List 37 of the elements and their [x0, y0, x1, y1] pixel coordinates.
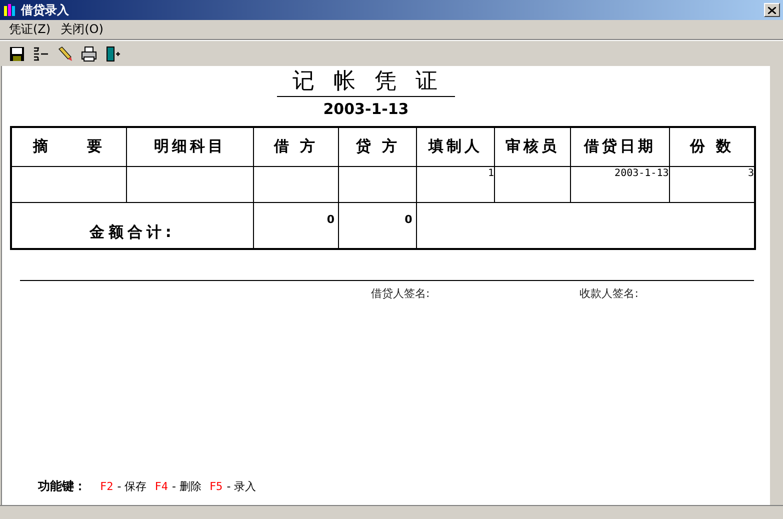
column-header: 明细科目 — [126, 127, 254, 166]
shortcut-action: - 删除 — [172, 479, 202, 494]
shortcut-key: F2 — [100, 480, 114, 493]
menu-item[interactable]: 关闭(O) — [56, 21, 108, 38]
column-header: 填制人 — [416, 127, 495, 166]
window-title: 借贷录入 — [21, 2, 70, 18]
shortcut-action: - 保存 — [117, 479, 147, 494]
toolbar-button[interactable] — [80, 44, 98, 62]
pencil-icon — [57, 46, 73, 62]
column-header: 借 方 — [253, 127, 339, 166]
column-header: 贷 方 — [338, 127, 417, 166]
toolbar-button[interactable] — [8, 44, 26, 62]
toolbar-button[interactable] — [104, 44, 122, 62]
toolbar-button[interactable] — [56, 44, 74, 62]
table-cell: 1 — [416, 166, 495, 202]
printer-icon — [81, 46, 97, 62]
app-icon — [3, 3, 17, 17]
close-icon — [768, 6, 776, 14]
column-header: 借贷日期 — [570, 127, 670, 166]
door-exit-icon — [105, 46, 121, 62]
voucher-title: 记 帐 凭 证 — [276, 68, 456, 97]
column-header: 摘 要 — [11, 127, 127, 166]
shortcut-key: F4 — [154, 480, 168, 493]
column-header: 审核员 — [494, 127, 570, 166]
function-keys-label: 功能键： — [38, 478, 86, 495]
shortcut-key: F5 — [209, 480, 223, 493]
shortcut-action: - 录入 — [226, 479, 256, 494]
signature-label: 借贷人签名: — [371, 286, 430, 301]
save-icon — [9, 46, 25, 62]
menu-item[interactable]: 凭证(Z) — [4, 21, 56, 38]
signature-label: 收款人签名: — [580, 286, 638, 301]
list-icon — [33, 46, 49, 62]
voucher-date: 2003-1-13 — [323, 100, 409, 118]
close-button[interactable] — [764, 3, 780, 17]
table-cell: 3 — [669, 166, 755, 202]
toolbar-button[interactable] — [32, 44, 50, 62]
table-cell: 2003-1-13 — [570, 166, 670, 202]
